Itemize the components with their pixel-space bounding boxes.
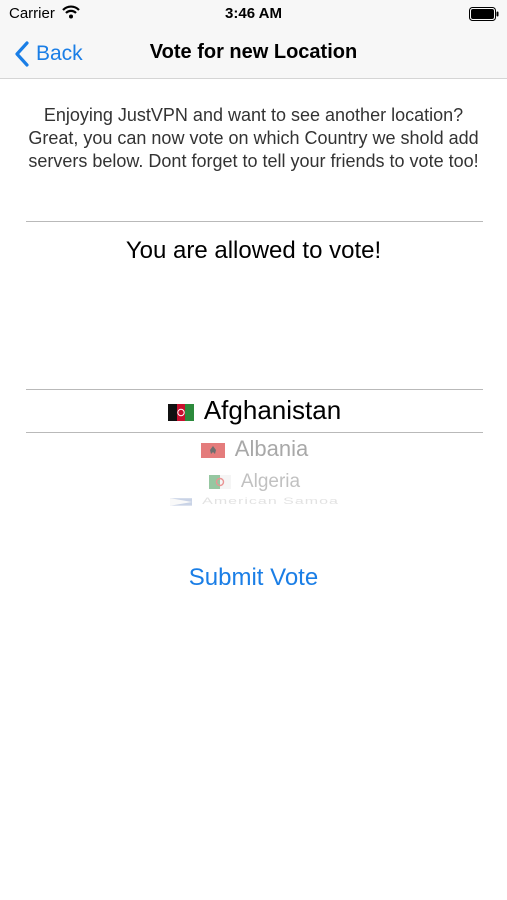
picker-item-label: Albania (234, 436, 309, 461)
country-picker[interactable]: Afghanistan Albania Algeria American Sam… (26, 389, 483, 519)
algeria-flag-icon (208, 474, 231, 489)
picker-item[interactable]: American Samoa (26, 497, 483, 507)
page-title: Vote for new Location (149, 41, 358, 63)
picker-item-label: Algeria (240, 471, 301, 492)
picker-item[interactable]: Albania (26, 436, 483, 462)
intro-text: Enjoying JustVPN and want to see another… (28, 105, 479, 171)
status-bar: Carrier 3:46 AM (0, 0, 507, 30)
picker-item[interactable]: Algeria (26, 471, 483, 493)
picker-item-label: American Samoa (202, 497, 339, 507)
navigation-bar: Back Vote for new Location (0, 30, 507, 79)
picker-item-selected[interactable]: Afghanistan (26, 395, 483, 426)
submit-vote-button[interactable]: Submit Vote (0, 564, 507, 592)
top-divider (26, 221, 483, 222)
american-samoa-flag-icon (170, 497, 193, 506)
status-time: 3:46 AM (225, 5, 282, 22)
picker-item-label: Afghanistan (203, 395, 342, 425)
albania-flag-icon (200, 442, 225, 458)
afghanistan-flag-icon (167, 403, 194, 421)
battery-icon (469, 7, 499, 21)
vote-status-label: You are allowed to vote! (125, 237, 382, 264)
